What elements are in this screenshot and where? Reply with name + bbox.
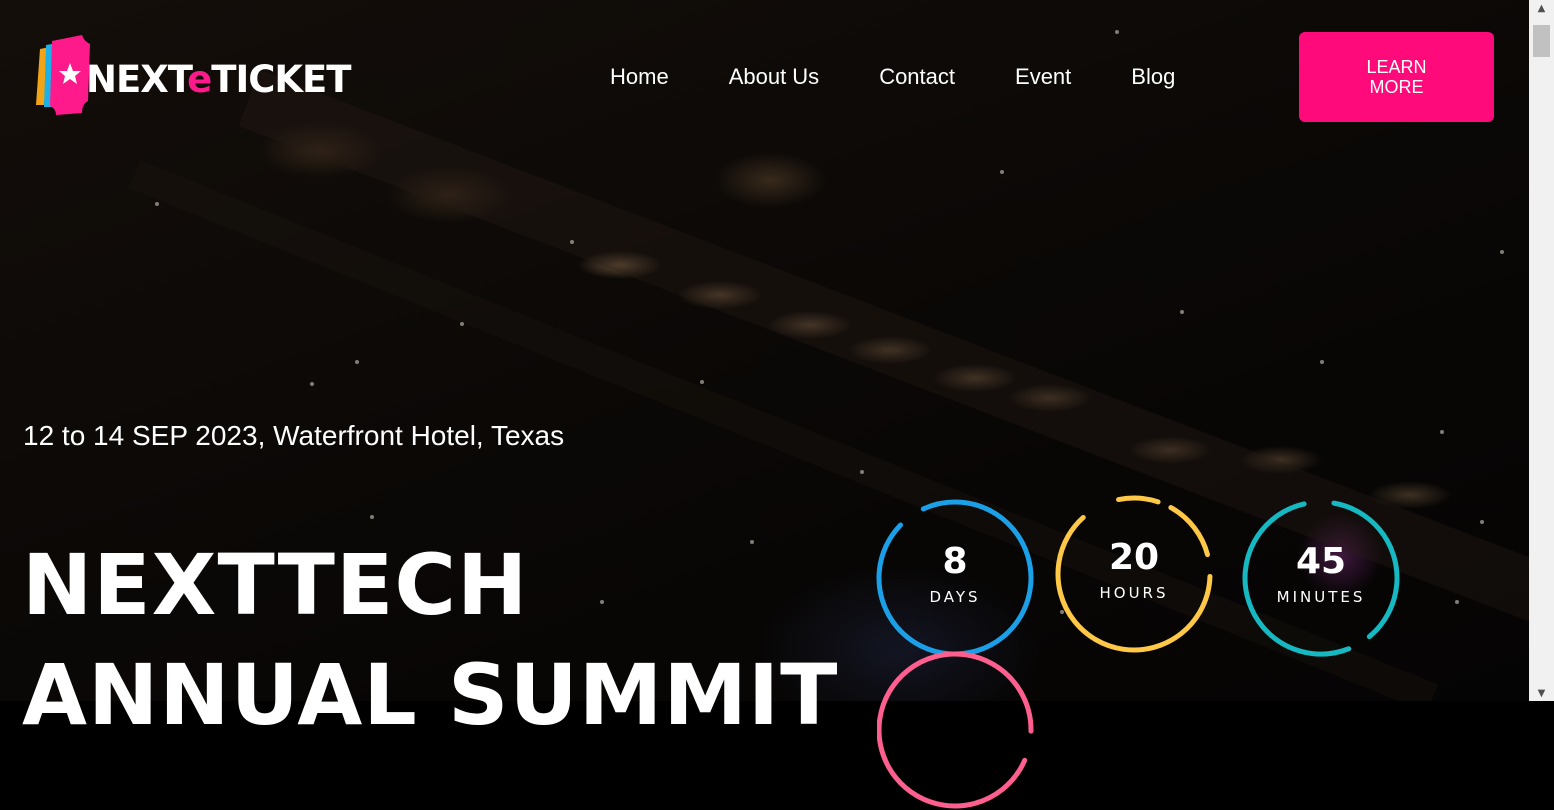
- light-dot: [460, 322, 464, 326]
- light-dot: [1000, 170, 1004, 174]
- event-title: NEXTTECH ANNUAL SUMMIT: [22, 530, 838, 750]
- light-dot: [700, 380, 704, 384]
- light-dot: [1480, 520, 1484, 524]
- countdown-hours: 20 HOURS: [1054, 494, 1214, 654]
- light-dot: [310, 382, 314, 386]
- light-dot: [1440, 430, 1444, 434]
- light-dot: [1455, 600, 1459, 604]
- learn-more-button[interactable]: LEARN MORE: [1299, 32, 1494, 122]
- light-dot: [1500, 250, 1504, 254]
- light-dot: [570, 240, 574, 244]
- countdown-hours-label: HOURS: [1099, 584, 1169, 602]
- nav-contact[interactable]: Contact: [879, 58, 955, 96]
- light-dot: [1320, 360, 1324, 364]
- event-date-location: 12 to 14 SEP 2023, Waterfront Hotel, Tex…: [23, 420, 565, 451]
- event-title-line1: NEXTTECH: [22, 536, 529, 634]
- countdown-days-value: 8: [942, 541, 968, 582]
- countdown-seconds-ring: [877, 651, 1034, 809]
- countdown-minutes-label: MINUTES: [1276, 588, 1366, 606]
- brand-logo-text: NEXTeTICKET: [86, 57, 352, 101]
- nav-about-us[interactable]: About Us: [729, 58, 820, 96]
- main-nav: Home About Us Contact Event Blog: [610, 58, 1175, 96]
- countdown-days: 8 DAYS: [875, 498, 1035, 658]
- light-dot: [155, 202, 159, 206]
- learn-more-label: LEARN MORE: [1366, 57, 1427, 97]
- nav-event[interactable]: Event: [1015, 58, 1071, 96]
- nav-blog[interactable]: Blog: [1131, 58, 1175, 96]
- event-title-line2: ANNUAL SUMMIT: [22, 646, 839, 744]
- logo-prefix: NEXT: [86, 57, 188, 101]
- countdown-minutes: 45 MINUTES: [1241, 498, 1401, 658]
- light-dot: [1115, 30, 1119, 34]
- light-dot: [355, 360, 359, 364]
- countdown-hours-value: 20: [1108, 537, 1160, 578]
- scroll-down-arrow-icon[interactable]: ▼: [1529, 685, 1554, 701]
- ticket-logo-icon: [32, 35, 92, 115]
- scroll-up-arrow-icon[interactable]: ▲: [1529, 0, 1554, 16]
- light-dot: [860, 470, 864, 474]
- light-dot: [370, 515, 374, 519]
- countdown-seconds: [877, 650, 1037, 810]
- countdown-days-label: DAYS: [929, 588, 981, 606]
- countdown-minutes-value: 45: [1295, 541, 1347, 582]
- light-dot: [1180, 310, 1184, 314]
- scroll-thumb[interactable]: [1533, 25, 1550, 57]
- page-scrollbar[interactable]: ▲ ▼: [1529, 0, 1554, 701]
- brand-logo[interactable]: NEXTeTICKET: [32, 30, 352, 120]
- nav-home[interactable]: Home: [610, 58, 669, 96]
- logo-suffix: TICKET: [211, 57, 351, 101]
- logo-accent: e: [187, 57, 212, 101]
